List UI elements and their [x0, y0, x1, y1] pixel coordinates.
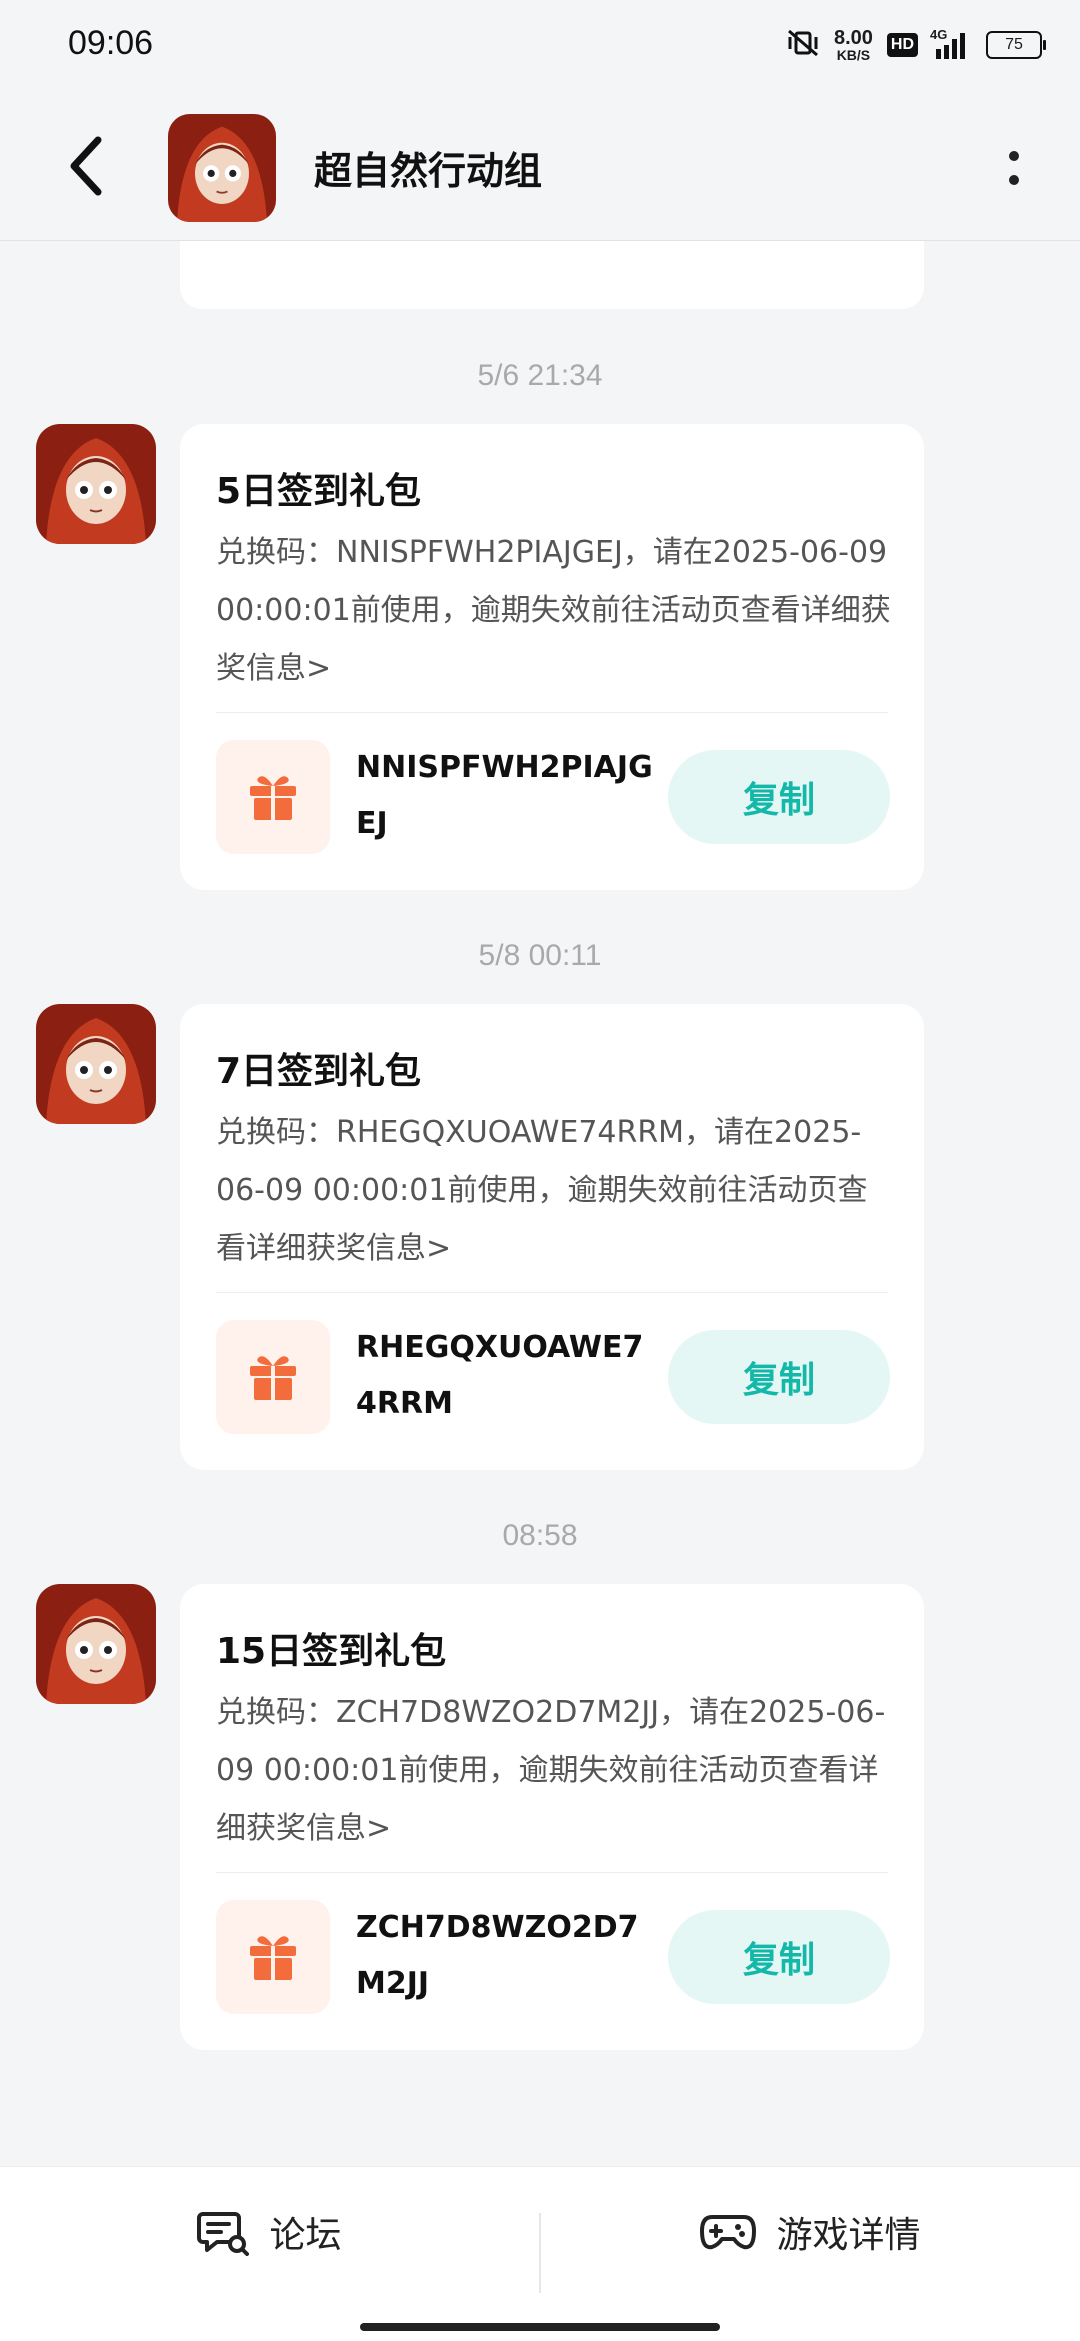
game-details-tab-label: 游戏详情 — [776, 2215, 921, 2256]
code-text-partial: 27 — [354, 241, 393, 244]
status-icons: 8.00 KB/S HD 4G 75 — [786, 18, 1046, 72]
status-time: 09:06 — [68, 24, 154, 62]
message-timestamp: 5/6 21:34 — [477, 359, 603, 392]
card-body-link[interactable]: 兑换码：NNISPFWH2PIAJGEJ，请在2025-06-09 00:00:… — [216, 524, 896, 698]
forum-tab[interactable]: 论坛 — [0, 2167, 539, 2297]
gift-icon — [250, 1936, 296, 1980]
network-speed: 8.00 KB/S — [834, 28, 873, 62]
battery-indicator: 75 — [986, 31, 1046, 59]
copy-button[interactable]: 复制 — [668, 750, 890, 844]
bottom-navigation: 论坛 游戏详情 — [0, 2166, 1080, 2341]
gift-icon-box — [216, 740, 330, 854]
message-timestamp: 08:58 — [502, 1519, 578, 1552]
card-divider — [216, 712, 888, 713]
sender-avatar[interactable] — [36, 1584, 156, 1704]
more-dot-icon — [1009, 175, 1019, 185]
network-type-label: 4G — [930, 27, 948, 42]
character-avatar-icon — [168, 114, 276, 222]
network-speed-unit: KB/S — [836, 47, 871, 63]
card-body-link[interactable]: 兑换码：RHEGQXUOAWE74RRM，请在2025-06-09 00:00:… — [216, 1104, 896, 1278]
gamepad-icon — [700, 2215, 757, 2250]
home-indicator[interactable] — [360, 2323, 720, 2331]
status-bar: 09:06 8.00 KB/S HD 4G 75 — [0, 0, 1080, 90]
card-divider — [216, 1292, 888, 1293]
character-avatar-icon — [36, 1584, 156, 1704]
gift-icon-box — [216, 1320, 330, 1434]
gift-message-card: 5日签到礼包兑换码：NNISPFWH2PIAJGEJ，请在2025-06-09 … — [180, 424, 924, 890]
hd-badge: HD — [886, 33, 918, 57]
redeem-code: NNISPFWH2PIAJGEJ — [356, 750, 653, 841]
chat-title: 超自然行动组 — [314, 149, 543, 193]
chevron-left-icon — [70, 136, 102, 196]
back-button[interactable] — [56, 126, 116, 206]
card-body-link[interactable]: 兑换码：ZCH7D8WZO2D7M2JJ，请在2025-06-09 00:00:… — [216, 1684, 896, 1858]
gift-message-card: 7日签到礼包兑换码：RHEGQXUOAWE74RRM，请在2025-06-09 … — [180, 1004, 924, 1470]
copy-button[interactable]: 复制 — [668, 1910, 890, 2004]
character-avatar-icon — [36, 1004, 156, 1124]
message-card-partial: 27 — [180, 241, 924, 309]
sender-avatar[interactable] — [36, 424, 156, 544]
forum-chat-icon — [197, 2212, 250, 2256]
card-divider — [216, 1872, 888, 1873]
gift-icon-box — [216, 1900, 330, 2014]
game-avatar[interactable] — [168, 114, 276, 222]
chat-header: 超自然行动组 — [0, 90, 1080, 241]
message-list[interactable]: 27 5/6 21:34 5日签到礼包兑换码：NNISPFWH2PIAJGEJ，… — [0, 241, 1080, 2165]
card-title: 7日签到礼包 — [216, 1051, 422, 1092]
gift-icon — [250, 1356, 296, 1400]
game-details-tab[interactable]: 游戏详情 — [541, 2167, 1080, 2297]
copy-button[interactable]: 复制 — [668, 1330, 890, 1424]
redeem-code: RHEGQXUOAWE74RRM — [356, 1330, 644, 1421]
signal-icon: 4G — [930, 27, 972, 59]
vibrate-mute-icon — [786, 28, 820, 62]
gift-message-card: 15日签到礼包兑换码：ZCH7D8WZO2D7M2JJ，请在2025-06-09… — [180, 1584, 924, 2050]
redeem-code: ZCH7D8WZO2D7M2JJ — [356, 1910, 639, 2001]
character-avatar-icon — [36, 424, 156, 544]
network-speed-value: 8.00 — [833, 27, 873, 49]
more-options-button[interactable] — [994, 138, 1034, 198]
gift-icon — [250, 776, 296, 820]
sender-avatar[interactable] — [36, 1004, 156, 1124]
battery-level: 75 — [1005, 36, 1023, 53]
more-dot-icon — [1009, 151, 1019, 161]
card-title: 15日签到礼包 — [216, 1631, 447, 1672]
card-title: 5日签到礼包 — [216, 471, 422, 512]
message-timestamp: 5/8 00:11 — [478, 939, 602, 972]
forum-tab-label: 论坛 — [269, 2215, 342, 2256]
